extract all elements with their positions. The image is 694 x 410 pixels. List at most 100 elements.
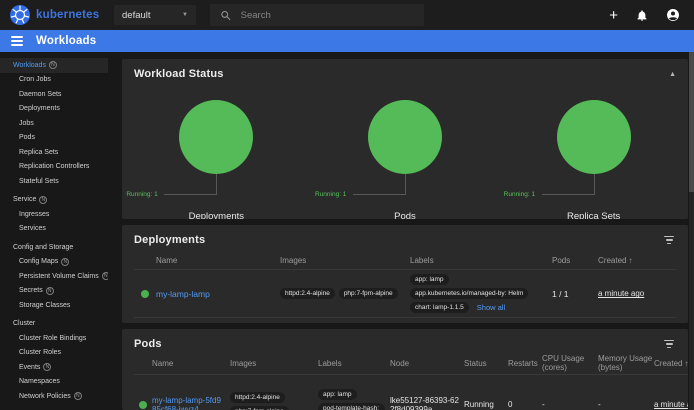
column-header[interactable]: Created↑: [598, 256, 672, 265]
namespaced-badge: N: [46, 287, 54, 295]
column-header[interactable]: Created↑: [654, 359, 688, 368]
notifications-button[interactable]: [636, 9, 648, 22]
sidebar-label: Events: [19, 364, 40, 371]
main-content: Workload Status ▲ Running: 1 Deployments: [108, 52, 694, 410]
sidebar-item-jobs[interactable]: Jobs: [0, 116, 108, 131]
sidebar-label: Secrets: [19, 287, 43, 294]
deployments-table-header: Name Images Labels Pods Created↑: [134, 252, 676, 270]
sidebar-item-cluster-role-bindings[interactable]: Cluster Role Bindings: [0, 331, 108, 346]
column-header[interactable]: Status: [464, 359, 508, 368]
label-chip: app: lamp: [410, 274, 449, 285]
sidebar-label: Cluster Roles: [19, 349, 61, 356]
search-input[interactable]: [241, 10, 414, 21]
pod-row: my-lamp-lamp-5fd985cf68-jwvz4 httpd:2.4-…: [134, 375, 688, 410]
legend-connector: [353, 194, 405, 195]
pie-chart: [368, 100, 442, 174]
create-resource-button[interactable]: +: [609, 8, 618, 23]
filter-icon[interactable]: [662, 234, 676, 246]
label-chip: pod-template-hash: 5fd985cf68: [318, 403, 385, 410]
sidebar-label: Cron Jobs: [19, 76, 51, 83]
sidebar-item-persistent-volume-claims[interactable]: Persistent Volume Claims N: [0, 269, 108, 284]
sidebar-item-cron-jobs[interactable]: Cron Jobs: [0, 73, 108, 88]
column-header[interactable]: Images: [280, 256, 410, 265]
column-header[interactable]: Name: [152, 359, 230, 368]
legend-connector: [405, 174, 406, 195]
kubernetes-dashboard: kubernetes default ▼ +: [0, 0, 694, 410]
search-bar[interactable]: [210, 4, 424, 26]
pods-table-header: Name Images Labels Node Status Restarts …: [134, 354, 688, 375]
sidebar-item-network-policies[interactable]: Network Policies N: [0, 389, 108, 404]
sidebar-label: Replication Controllers: [19, 163, 89, 170]
column-header[interactable]: Name: [156, 256, 280, 265]
sidebar: Workloads N Cron Jobs Daemon Sets Deploy…: [0, 52, 108, 410]
column-header[interactable]: Restarts: [508, 359, 542, 368]
filter-icon[interactable]: [662, 338, 676, 350]
sidebar-group-service[interactable]: Service N: [0, 193, 108, 208]
legend-label: Running: 1: [126, 191, 157, 198]
status-ok-icon: [139, 401, 147, 409]
legend-label: Running: 1: [504, 191, 535, 198]
sidebar-item-ingresses[interactable]: Ingresses: [0, 207, 108, 222]
sidebar-item-services[interactable]: Services: [0, 222, 108, 237]
deployment-name-link[interactable]: my-lamp-lamp: [156, 289, 280, 299]
sidebar-item-replication-controllers[interactable]: Replication Controllers: [0, 160, 108, 175]
account-button[interactable]: [666, 8, 680, 22]
sidebar-item-secrets[interactable]: Secrets N: [0, 284, 108, 299]
namespace-select[interactable]: default ▼: [114, 5, 196, 25]
sidebar-item-namespaces[interactable]: Namespaces: [0, 375, 108, 390]
scrollbar-thumb[interactable]: [689, 52, 694, 192]
sidebar-item-storage-classes[interactable]: Storage Classes: [0, 298, 108, 313]
show-all-link[interactable]: Show all: [477, 303, 505, 312]
sidebar-label: Service: [13, 196, 36, 203]
menu-icon[interactable]: [11, 36, 23, 46]
namespaced-badge: N: [43, 363, 51, 371]
column-label: Created: [654, 359, 682, 368]
column-header[interactable]: Images: [230, 359, 318, 368]
column-header[interactable]: Node: [390, 359, 464, 368]
sidebar-item-daemon-sets[interactable]: Daemon Sets: [0, 87, 108, 102]
column-header[interactable]: Labels: [318, 359, 390, 368]
sidebar-label: Persistent Volume Claims: [19, 273, 99, 280]
status-charts: Running: 1 Deployments Running: 1 Pods: [122, 100, 688, 219]
sidebar-label: Storage Classes: [19, 302, 70, 309]
sidebar-label: Pods: [19, 134, 35, 141]
sidebar-label: Replica Sets: [19, 149, 58, 156]
column-header[interactable]: Memory Usage (bytes): [598, 354, 654, 372]
node-name: lke55127-86393-622f8d09399a: [390, 396, 464, 410]
column-header[interactable]: Labels: [410, 256, 552, 265]
legend-connector: [164, 194, 216, 195]
pods-count: 1 / 1: [552, 289, 598, 299]
deployment-row: my-lamp-lamp httpd:2.4-alpine php:7-fpm-…: [134, 270, 676, 318]
namespaced-badge: N: [49, 61, 57, 69]
column-header[interactable]: Pods: [552, 256, 598, 265]
chevron-down-icon: ▼: [182, 12, 188, 18]
sidebar-item-deployments[interactable]: Deployments: [0, 102, 108, 117]
chart-title: Pods: [315, 211, 495, 219]
sidebar-item-replica-sets[interactable]: Replica Sets: [0, 145, 108, 160]
label-chip: app: lamp: [318, 389, 357, 400]
created-timestamp[interactable]: a minute ago: [654, 400, 688, 409]
account-circle-icon: [666, 8, 680, 22]
sidebar-item-stateful-sets[interactable]: Stateful Sets: [0, 174, 108, 189]
pie-chart: [557, 100, 631, 174]
sort-ascending-icon: ↑: [684, 359, 688, 368]
sidebar-item-config-maps[interactable]: Config Maps N: [0, 255, 108, 270]
brand-home-link[interactable]: kubernetes: [10, 5, 104, 25]
sidebar-item-pods[interactable]: Pods: [0, 131, 108, 146]
created-timestamp[interactable]: a minute ago: [598, 289, 672, 298]
collapse-icon[interactable]: ▲: [669, 71, 676, 78]
sidebar-group-cluster[interactable]: Cluster: [0, 317, 108, 332]
kubernetes-logo-icon: [10, 5, 30, 25]
sidebar-group-workloads[interactable]: Workloads N: [0, 58, 108, 73]
sidebar-item-events[interactable]: Events N: [0, 360, 108, 375]
status-ok-icon: [141, 290, 149, 298]
sidebar-item-cluster-roles[interactable]: Cluster Roles: [0, 346, 108, 361]
image-chip: httpd:2.4-alpine: [230, 392, 285, 403]
scrollbar[interactable]: [689, 52, 694, 410]
column-header[interactable]: CPU Usage (cores): [542, 354, 598, 372]
sidebar-group-config-and-storage[interactable]: Config and Storage: [0, 240, 108, 255]
brand-name: kubernetes: [36, 9, 99, 21]
sort-ascending-icon: ↑: [628, 256, 632, 265]
topbar: kubernetes default ▼ +: [0, 0, 694, 30]
pod-name-link[interactable]: my-lamp-lamp-5fd985cf68-jwvz4: [152, 396, 230, 410]
